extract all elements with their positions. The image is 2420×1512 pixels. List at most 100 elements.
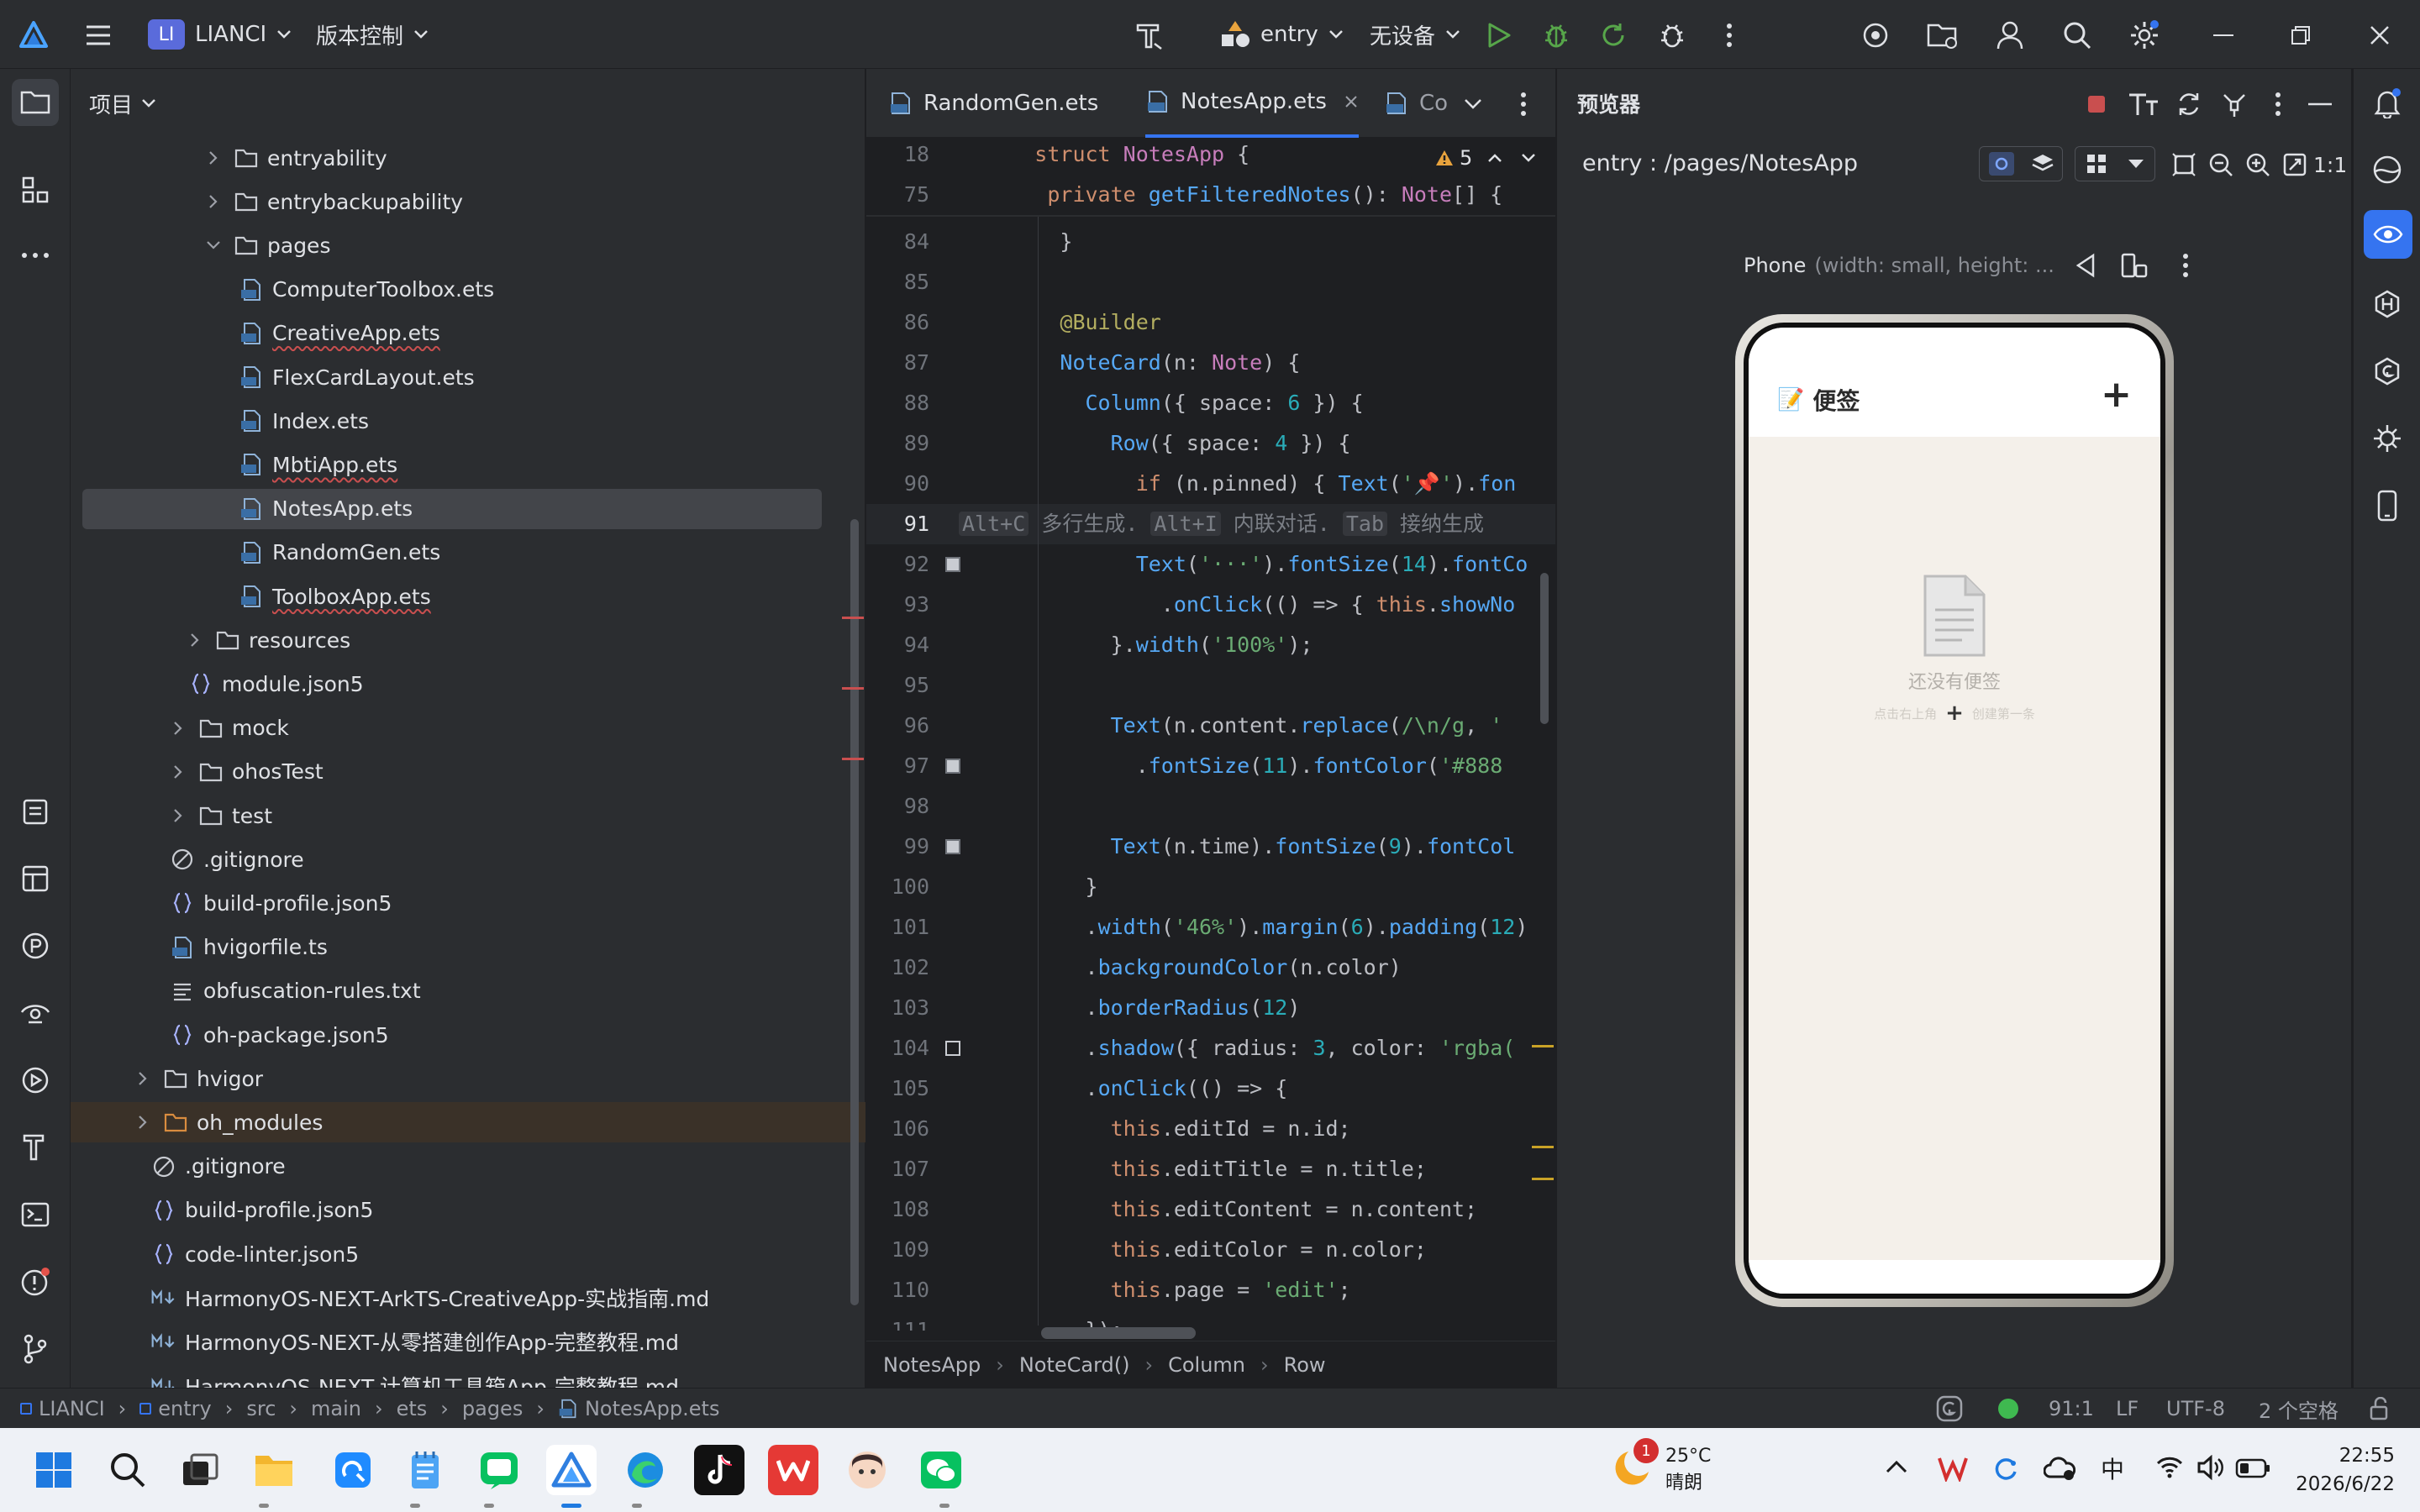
tree-item[interactable]: module.json5 bbox=[71, 664, 865, 704]
run-config-selector[interactable]: entry bbox=[1218, 0, 1344, 69]
problems-icon[interactable] bbox=[15, 1262, 55, 1302]
layout-inspector-icon[interactable] bbox=[15, 858, 55, 899]
indent-setting[interactable]: 2 个空格 bbox=[2259, 1389, 2338, 1429]
font-size-icon[interactable] bbox=[2125, 86, 2162, 123]
layers-icon[interactable] bbox=[2031, 152, 2054, 176]
tree-item[interactable]: ToolboxApp.ets bbox=[71, 576, 865, 617]
inspector-mode-icon[interactable] bbox=[1988, 151, 2015, 176]
tree-item[interactable]: .gitignore bbox=[71, 1147, 865, 1187]
build-icon[interactable] bbox=[15, 1127, 55, 1168]
path-item[interactable]: entry bbox=[158, 1397, 211, 1420]
file-encoding[interactable]: UTF-8 bbox=[2166, 1389, 2225, 1429]
tree-item[interactable]: .gitignore bbox=[71, 839, 865, 879]
chevron-right-icon[interactable] bbox=[170, 720, 187, 737]
tree-item[interactable]: Index.ets bbox=[71, 401, 865, 441]
code-line[interactable]: 94}.width('100%'); bbox=[866, 625, 1555, 665]
code-line[interactable]: 108 this.editContent = n.content; bbox=[866, 1189, 1555, 1230]
code-line[interactable]: 90 if (n.pinned) { Text('📌').fon bbox=[866, 464, 1555, 504]
code-line[interactable]: 86 @Builder bbox=[866, 302, 1555, 343]
build-hammer-icon[interactable] bbox=[1131, 17, 1168, 54]
code-line[interactable]: 91 Alt+C 多行生成. Alt+I 内联对话. Tab 接纳生成 bbox=[866, 504, 1555, 544]
deveco-taskbar-icon[interactable] bbox=[546, 1445, 597, 1495]
sticky-line[interactable]: 75 private getFilteredNotes(): Note[] { bbox=[866, 175, 1555, 215]
network-cloud-icon[interactable] bbox=[2044, 1455, 2075, 1482]
line-chat-icon[interactable] bbox=[474, 1445, 524, 1495]
wifi-icon[interactable] bbox=[2156, 1455, 2183, 1478]
path-item[interactable]: pages bbox=[462, 1397, 523, 1420]
tree-item[interactable]: hvigor bbox=[71, 1058, 865, 1099]
line-separator[interactable]: LF bbox=[2116, 1389, 2139, 1429]
notepad-icon[interactable] bbox=[400, 1445, 450, 1495]
gutter-marker-icon[interactable] bbox=[945, 1041, 960, 1056]
chevron-right-icon[interactable] bbox=[170, 807, 187, 824]
code-line[interactable]: 101 .width('46%').margin(6).padding(12) bbox=[866, 907, 1555, 948]
tree-item[interactable]: oh_modules bbox=[71, 1102, 865, 1143]
project-folder-icon[interactable] bbox=[12, 79, 59, 126]
breadcrumb-item[interactable]: Row bbox=[1284, 1353, 1326, 1377]
tree-item[interactable]: hvigorfile.ts bbox=[71, 927, 865, 968]
add-note-button[interactable]: + bbox=[2101, 373, 2132, 416]
git-icon[interactable] bbox=[15, 1329, 55, 1369]
sync-tray-icon[interactable] bbox=[1991, 1455, 2018, 1482]
tree-item[interactable]: NotesApp.ets bbox=[82, 488, 822, 529]
editor-vscrollbar[interactable] bbox=[1540, 573, 1549, 724]
path-item[interactable]: main bbox=[311, 1397, 361, 1420]
tree-item[interactable]: mock bbox=[71, 708, 865, 748]
tree-item[interactable]: entryability bbox=[71, 138, 865, 178]
breadcrumb-item[interactable]: NoteCard() bbox=[1019, 1353, 1130, 1377]
minimize-window-icon[interactable] bbox=[2205, 17, 2242, 54]
chevron-right-icon[interactable] bbox=[134, 1070, 151, 1087]
structure-icon[interactable] bbox=[15, 170, 55, 210]
avatar-app-icon[interactable] bbox=[842, 1445, 892, 1495]
fit-screen-icon[interactable] bbox=[2165, 146, 2202, 183]
code-line[interactable]: 105 .onClick(() => { bbox=[866, 1068, 1555, 1109]
tree-item[interactable]: build-profile.json5 bbox=[71, 883, 865, 923]
device-more-icon[interactable] bbox=[2182, 253, 2189, 278]
hide-panel-icon[interactable] bbox=[2302, 86, 2338, 123]
tree-item[interactable]: test bbox=[71, 795, 865, 836]
folder-sync-icon[interactable] bbox=[1924, 17, 1961, 54]
code-line[interactable]: 93 .onClick(() => { this.showNo bbox=[866, 585, 1555, 625]
project-switcher[interactable]: LI LIANCI bbox=[148, 0, 292, 69]
main-menu-icon[interactable] bbox=[80, 17, 117, 54]
chevron-right-icon[interactable] bbox=[205, 193, 222, 210]
tab-list-chevron-icon[interactable] bbox=[1455, 86, 1491, 123]
tree-item[interactable]: HarmonyOS-NEXT-从零搭建创作App-完整教程.md bbox=[71, 1321, 865, 1362]
services-icon[interactable] bbox=[15, 1060, 55, 1100]
tree-item[interactable]: resources bbox=[71, 620, 865, 660]
path-item[interactable]: NotesApp.ets bbox=[585, 1397, 720, 1420]
inspect-icon[interactable] bbox=[15, 993, 55, 1033]
previewer-more-icon[interactable] bbox=[2260, 86, 2296, 123]
chevron-right-icon[interactable] bbox=[205, 150, 222, 166]
readonly-lock-icon[interactable] bbox=[2368, 1397, 2391, 1420]
wps-office-icon[interactable] bbox=[768, 1445, 818, 1495]
code-line[interactable]: 106 this.editId = n.id; bbox=[866, 1109, 1555, 1149]
tree-item[interactable]: CreativeApp.ets bbox=[71, 313, 865, 354]
tree-item[interactable]: oh-package.json5 bbox=[71, 1015, 865, 1055]
code-line[interactable]: 110 this.page = 'edit'; bbox=[866, 1270, 1555, 1310]
chevron-right-icon[interactable] bbox=[170, 764, 187, 780]
inspection-widget[interactable]: 5 bbox=[1434, 139, 1537, 176]
more-tools-icon[interactable] bbox=[15, 235, 55, 276]
tab-notesapp[interactable]: NotesApp.ets bbox=[1145, 69, 1359, 138]
hot-reload-icon[interactable] bbox=[2216, 86, 2253, 123]
windows-start-icon[interactable] bbox=[29, 1445, 79, 1495]
debug-icon[interactable] bbox=[1538, 17, 1575, 54]
path-item[interactable]: ets bbox=[397, 1397, 428, 1420]
code-line[interactable]: 96 Text(n.content.replace(/\n/g, ' bbox=[866, 706, 1555, 746]
component-picker[interactable] bbox=[2075, 146, 2155, 181]
taskbar-search-icon[interactable] bbox=[103, 1445, 153, 1495]
antivirus-tray-icon[interactable] bbox=[1938, 1455, 1968, 1482]
tiktok-icon[interactable] bbox=[694, 1445, 744, 1495]
project-tree-scrollbar[interactable] bbox=[850, 519, 859, 1305]
tree-item[interactable]: obfuscation-rules.txt bbox=[71, 971, 865, 1011]
codegenie-status-icon[interactable] bbox=[1936, 1395, 1963, 1422]
weather-widget-icon[interactable]: 1 bbox=[1612, 1438, 1667, 1497]
hvigor-icon[interactable] bbox=[2367, 284, 2407, 324]
code-line[interactable]: 97 .fontSize(11).fontColor('#888 bbox=[866, 746, 1555, 786]
device-manager-icon[interactable] bbox=[1857, 17, 1894, 54]
breadcrumb-item[interactable]: NotesApp bbox=[883, 1353, 981, 1377]
code-line[interactable]: 107 this.editTitle = n.title; bbox=[866, 1149, 1555, 1189]
arkui-inspector-icon[interactable] bbox=[2367, 418, 2407, 459]
reload-icon[interactable] bbox=[1595, 17, 1632, 54]
